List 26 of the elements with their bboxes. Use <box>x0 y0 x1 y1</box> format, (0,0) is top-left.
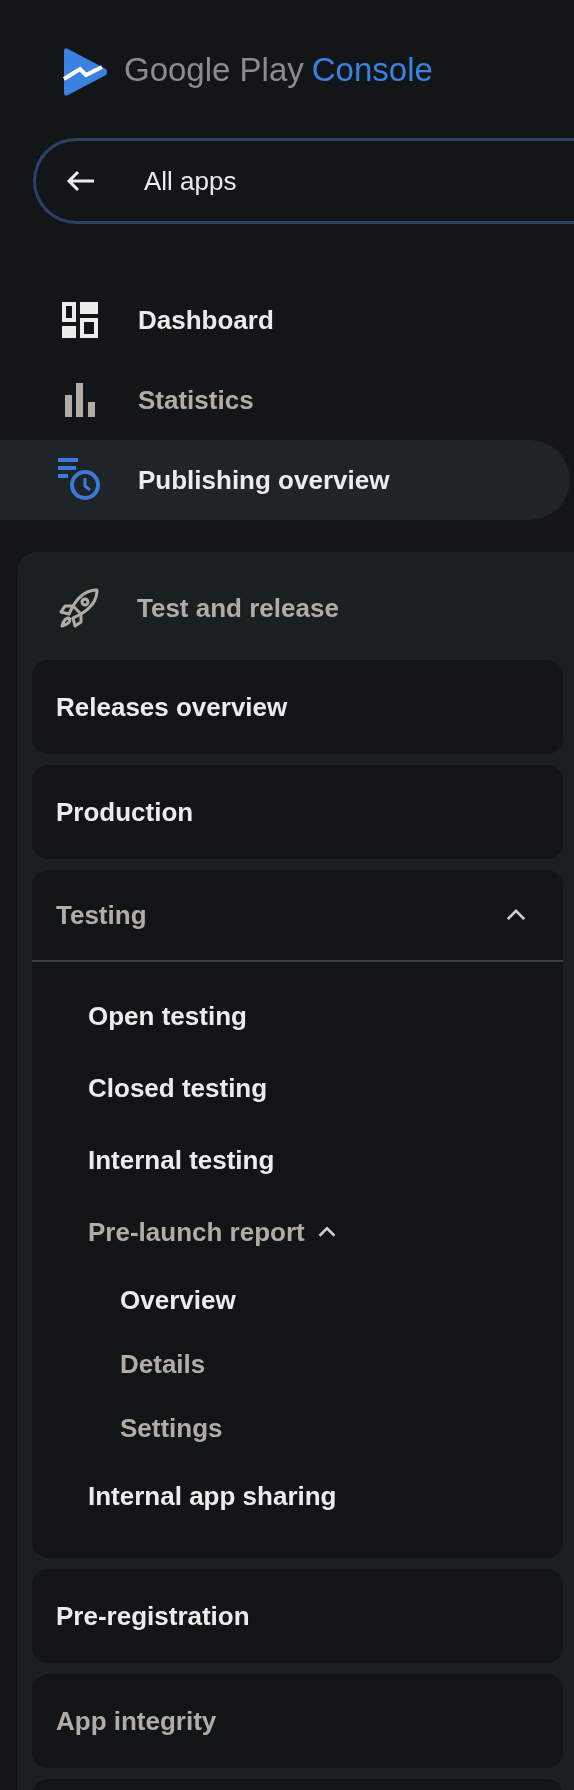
nav-item[interactable]: Statistics <box>0 360 570 440</box>
submenu-item[interactable]: Internal app sharing <box>88 1476 337 1516</box>
submenu-item[interactable]: Overview <box>120 1280 236 1320</box>
nav-item[interactable]: Dashboard <box>0 280 570 360</box>
submenu-item[interactable]: Closed testing <box>88 1068 268 1108</box>
submenu-header[interactable]: Pre-launch report <box>32 1196 337 1268</box>
section-header[interactable]: Test and release <box>17 556 574 660</box>
all-apps-button[interactable]: All apps <box>33 138 574 224</box>
rocket-icon <box>59 588 99 628</box>
logo-text: Google Play <box>124 50 304 91</box>
list-clock-icon <box>58 458 102 502</box>
nav-item[interactable]: Publishing overview <box>0 440 570 520</box>
menu-card[interactable]: Production <box>32 765 563 859</box>
menu-card[interactable]: Releases overview <box>32 660 563 754</box>
menu-card[interactable]: App integrity <box>32 1674 563 1768</box>
menu-card[interactable]: Pre-registration <box>32 1569 563 1663</box>
back-arrow-icon <box>66 170 96 192</box>
submenu-item[interactable]: Internal testing <box>88 1140 275 1180</box>
bar-chart-icon <box>63 383 97 417</box>
submenu-item[interactable]: Details <box>120 1344 206 1384</box>
submenu-item[interactable]: Open testing <box>88 996 247 1036</box>
logo-text: Console <box>311 50 433 91</box>
logo-icon <box>62 47 108 97</box>
submenu-item[interactable]: Settings <box>120 1408 223 1448</box>
group-header[interactable]: Testing <box>32 870 563 962</box>
dashboard-icon <box>62 302 98 338</box>
